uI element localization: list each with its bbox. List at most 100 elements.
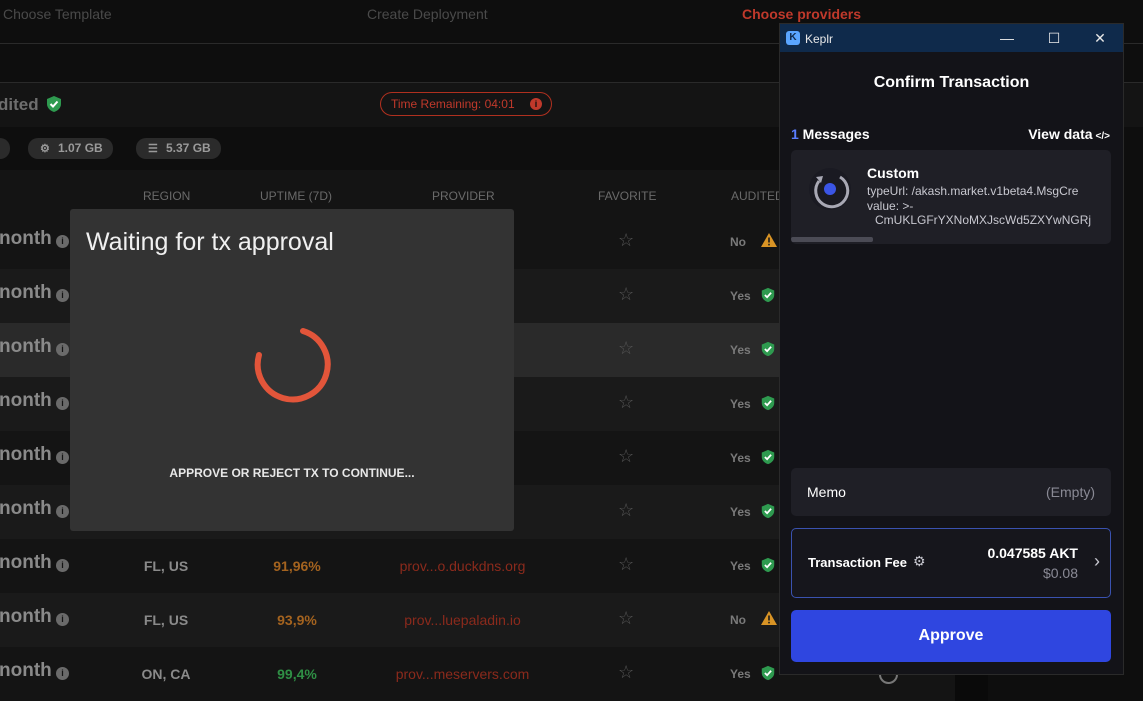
audited-text: Yes bbox=[730, 667, 751, 681]
region-text: FL, US bbox=[143, 612, 189, 628]
step-choose-template[interactable]: Choose Template bbox=[3, 6, 112, 22]
dialog-title: Waiting for tx approval bbox=[86, 228, 334, 256]
provider-link[interactable]: prov...o.duckdns.org bbox=[350, 558, 575, 574]
message-value: CmUKLGFrYXNoMXJscWd5ZXYwNGRj bbox=[875, 213, 1092, 227]
approve-button[interactable]: Approve bbox=[791, 610, 1111, 662]
minimize-icon[interactable]: — bbox=[992, 28, 1022, 48]
star-icon[interactable]: ☆ bbox=[618, 392, 634, 413]
audited-text: No bbox=[730, 235, 746, 249]
warning-icon bbox=[760, 610, 778, 631]
storage-chip-label: 5.37 GB bbox=[166, 141, 211, 155]
messages-count-number: 1 bbox=[791, 126, 799, 142]
shield-check-icon bbox=[47, 96, 61, 112]
step-create-deployment[interactable]: Create Deployment bbox=[367, 6, 488, 22]
memo-value: (Empty) bbox=[1046, 484, 1095, 500]
fee-usd: $0.08 bbox=[1042, 565, 1078, 581]
star-icon[interactable]: ☆ bbox=[618, 554, 634, 575]
transaction-fee-selector[interactable]: Transaction Fee ⚙ 0.047585 AKT $0.08 › bbox=[791, 528, 1111, 598]
audited-text: Yes bbox=[730, 343, 751, 357]
provider-link[interactable]: prov...meservers.com bbox=[350, 666, 575, 682]
view-data-button[interactable]: View data </> bbox=[1028, 126, 1110, 142]
info-icon[interactable]: i bbox=[56, 235, 69, 248]
view-data-label: View data bbox=[1028, 126, 1093, 142]
price-text: nonth bbox=[0, 552, 52, 573]
uptime-text: 99,4% bbox=[277, 666, 317, 682]
col-uptime[interactable]: UPTIME (7D) bbox=[260, 189, 332, 203]
price-text: nonth bbox=[0, 336, 52, 357]
star-icon[interactable]: ☆ bbox=[618, 446, 634, 467]
info-icon[interactable]: i bbox=[56, 667, 69, 680]
loading-spinner-icon bbox=[254, 328, 331, 403]
info-icon[interactable]: i bbox=[56, 451, 69, 464]
keplr-logo-icon: K bbox=[786, 31, 800, 45]
price-text: nonth bbox=[0, 606, 52, 627]
col-audited[interactable]: AUDITED bbox=[731, 189, 784, 203]
fee-amount: 0.047585 AKT bbox=[987, 545, 1078, 561]
custom-message-icon bbox=[809, 168, 851, 210]
message-type-url: typeUrl: /akash.market.v1beta4.MsgCre bbox=[867, 184, 1079, 198]
storage-icon: ☰ bbox=[148, 143, 158, 155]
region-text: ON, CA bbox=[141, 666, 191, 682]
code-icon: </> bbox=[1095, 131, 1110, 142]
uptime-text: 91,96% bbox=[273, 558, 321, 574]
col-region[interactable]: REGION bbox=[143, 189, 190, 203]
info-icon[interactable]: i bbox=[56, 289, 69, 302]
audited-text: Yes bbox=[730, 289, 751, 303]
col-favorite[interactable]: FAVORITE bbox=[598, 189, 656, 203]
info-icon[interactable]: i bbox=[56, 505, 69, 518]
keplr-window: K Keplr — ☐ ✕ Confirm Transaction 1 Mess… bbox=[779, 23, 1124, 675]
shield-check-icon bbox=[760, 286, 776, 309]
price-text: nonth bbox=[0, 228, 52, 249]
message-value-label: value: >- bbox=[867, 199, 914, 213]
price-text: nonth bbox=[0, 660, 52, 681]
info-icon[interactable]: i bbox=[56, 397, 69, 410]
star-icon[interactable]: ☆ bbox=[618, 662, 634, 683]
star-icon[interactable]: ☆ bbox=[618, 500, 634, 521]
info-icon[interactable]: i bbox=[56, 613, 69, 626]
price-text: nonth bbox=[0, 282, 52, 303]
audited-text: Yes bbox=[730, 397, 751, 411]
star-icon[interactable]: ☆ bbox=[618, 338, 634, 359]
dialog-message: APPROVE OR REJECT TX TO CONTINUE... bbox=[169, 466, 415, 480]
warning-icon bbox=[760, 232, 778, 253]
price-text: nonth bbox=[0, 390, 52, 411]
memory-chip: ⚙ 1.07 GB bbox=[28, 138, 113, 159]
memo-field[interactable]: Memo (Empty) bbox=[791, 468, 1111, 516]
fee-label: Transaction Fee bbox=[808, 555, 907, 570]
audited-text: Yes bbox=[730, 451, 751, 465]
chevron-right-icon[interactable]: › bbox=[1094, 551, 1100, 572]
shield-check-icon bbox=[760, 502, 776, 525]
memory-icon: ⚙ bbox=[40, 143, 50, 155]
message-title: Custom bbox=[867, 165, 920, 181]
info-icon[interactable]: i bbox=[56, 343, 69, 356]
star-icon[interactable]: ☆ bbox=[618, 608, 634, 629]
audited-text: No bbox=[730, 613, 746, 627]
messages-label: Messages bbox=[798, 126, 870, 142]
shield-check-icon bbox=[760, 394, 776, 417]
gear-icon[interactable]: ⚙ bbox=[913, 553, 926, 570]
horizontal-scrollbar[interactable] bbox=[791, 237, 873, 242]
audited-filter-label[interactable]: dited bbox=[0, 95, 39, 115]
message-card: Custom typeUrl: /akash.market.v1beta4.Ms… bbox=[791, 150, 1111, 244]
tx-approval-dialog: Waiting for tx approval APPROVE OR REJEC… bbox=[70, 209, 514, 531]
window-title: Keplr bbox=[805, 32, 834, 46]
col-provider[interactable]: PROVIDER bbox=[432, 189, 495, 203]
maximize-icon[interactable]: ☐ bbox=[1039, 28, 1069, 48]
step-choose-providers[interactable]: Choose providers bbox=[742, 6, 861, 22]
provider-link[interactable]: prov...luepaladin.io bbox=[350, 612, 575, 628]
info-icon[interactable]: i bbox=[56, 559, 69, 572]
chip-partial bbox=[0, 138, 10, 159]
price-text: nonth bbox=[0, 444, 52, 465]
memo-label: Memo bbox=[807, 484, 846, 500]
shield-check-icon bbox=[760, 556, 776, 579]
info-icon[interactable]: i bbox=[530, 98, 542, 110]
star-icon[interactable]: ☆ bbox=[618, 230, 634, 251]
confirm-transaction-title: Confirm Transaction bbox=[873, 74, 1030, 91]
shield-check-icon bbox=[760, 448, 776, 471]
messages-count: 1 Messages bbox=[791, 126, 870, 142]
window-titlebar[interactable]: K Keplr — ☐ ✕ bbox=[780, 24, 1123, 52]
storage-chip: ☰ 5.37 GB bbox=[136, 138, 221, 159]
close-icon[interactable]: ✕ bbox=[1085, 28, 1115, 48]
star-icon[interactable]: ☆ bbox=[618, 284, 634, 305]
uptime-text: 93,9% bbox=[277, 612, 317, 628]
